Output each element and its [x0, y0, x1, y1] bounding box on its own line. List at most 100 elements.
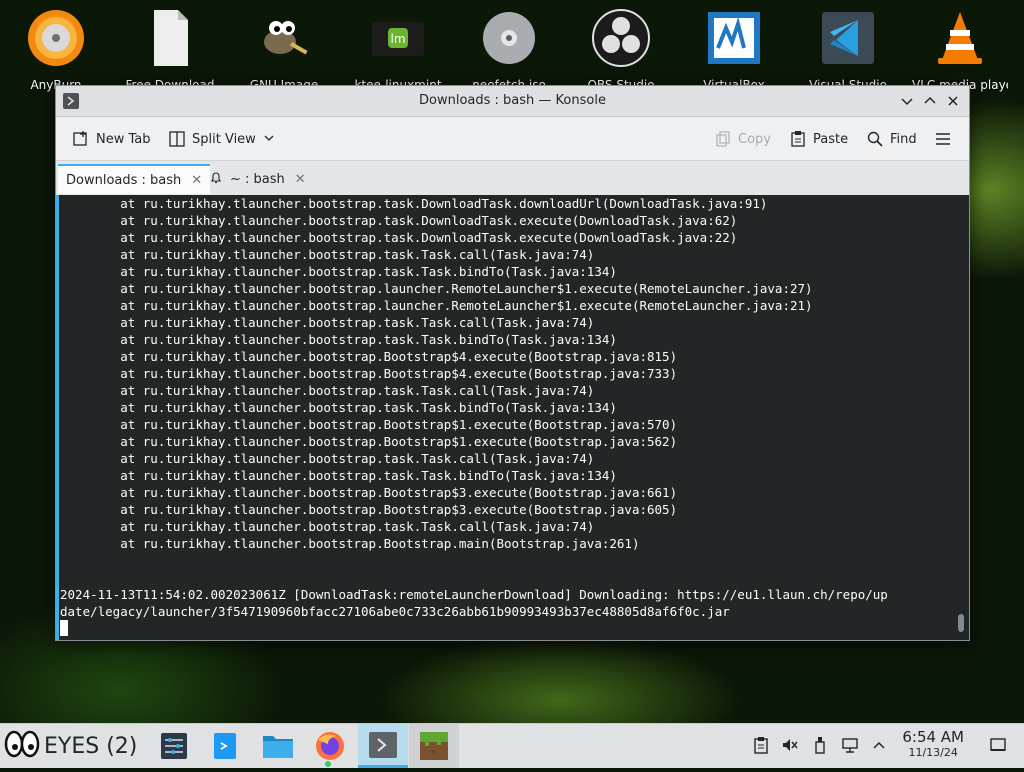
terminal-line: at ru.turikhay.tlauncher.bootstrap.task.… — [60, 332, 617, 347]
firefox-icon — [308, 732, 352, 772]
taskbar-panel: EYES (2) 6:54 AM 11/13/24 — [0, 723, 1024, 768]
new-tab-button[interactable]: New Tab — [72, 128, 151, 150]
desktop-icon-vscode[interactable]: Visual Studio — [800, 8, 896, 92]
optical-disc-icon — [479, 8, 539, 68]
vlc-icon — [930, 8, 990, 68]
split-view-button[interactable]: Split View — [168, 128, 274, 150]
terminal-line: at ru.turikhay.tlauncher.bootstrap.task.… — [60, 315, 595, 330]
tab-downloads-bash[interactable]: Downloads : bash ✕ — [58, 164, 211, 194]
clock-date: 11/13/24 — [908, 746, 958, 759]
network-icon[interactable] — [841, 736, 859, 754]
virtualbox-icon — [704, 8, 764, 68]
copy-label: Copy — [738, 131, 771, 147]
task-kde-connect[interactable] — [205, 724, 245, 768]
tab-label: ~ : bash — [230, 171, 285, 187]
terminal-output[interactable]: at ru.turikhay.tlauncher.bootstrap.task.… — [56, 195, 969, 640]
task-firefox[interactable] — [308, 724, 352, 768]
terminal-scrollbar[interactable] — [958, 614, 964, 632]
terminal-cursor — [60, 620, 68, 636]
minimize-icon[interactable] — [897, 91, 917, 111]
window-titlebar[interactable]: Downloads : bash — Konsole — [56, 86, 969, 117]
terminal-line: date/legacy/launcher/3f547190960bfacc271… — [60, 604, 730, 619]
bell-icon — [210, 171, 222, 188]
konsole-icon — [358, 732, 408, 772]
split-view-icon — [168, 130, 186, 148]
terminal-line: at ru.turikhay.tlauncher.bootstrap.task.… — [60, 196, 768, 211]
eyes-icon — [4, 730, 40, 762]
task-minecraft[interactable] — [409, 724, 459, 768]
desktop-icon-neofetch[interactable]: neofetch.iso — [461, 8, 557, 92]
new-tab-label: New Tab — [96, 131, 151, 147]
maximize-icon[interactable] — [920, 91, 940, 111]
volume-muted-icon[interactable] — [781, 736, 799, 754]
window-title: Downloads : bash — Konsole — [419, 93, 606, 108]
task-konsole[interactable] — [358, 724, 408, 768]
tab-bar: Downloads : bash ✕ ~ : bash ✕ — [56, 161, 969, 196]
close-tab-icon[interactable]: ✕ — [295, 172, 306, 187]
close-tab-icon[interactable]: ✕ — [191, 173, 202, 188]
gimp-icon — [254, 8, 314, 68]
terminal-line: at ru.turikhay.tlauncher.bootstrap.Boots… — [60, 536, 640, 551]
terminal-line: at ru.turikhay.tlauncher.bootstrap.Boots… — [60, 434, 678, 449]
close-icon[interactable] — [943, 91, 963, 111]
desktop-icon-free-download[interactable]: Free Download — [122, 8, 218, 92]
copy-button[interactable]: Copy — [714, 128, 771, 150]
paste-button[interactable]: Paste — [789, 128, 848, 150]
terminal-line: at ru.turikhay.tlauncher.bootstrap.task.… — [60, 400, 617, 415]
activity-switcher[interactable]: EYES (2) — [4, 724, 137, 768]
terminal-line: at ru.turikhay.tlauncher.bootstrap.task.… — [60, 451, 595, 466]
active-view-indicator — [56, 195, 59, 640]
clipboard-icon[interactable] — [752, 736, 770, 754]
split-view-label: Split View — [192, 131, 256, 147]
vscode-icon — [818, 8, 878, 68]
activity-label: EYES (2) — [44, 733, 138, 759]
copy-icon — [714, 130, 732, 148]
tab-home-bash[interactable]: ~ : bash ✕ — [202, 164, 314, 194]
konsole-toolbar: New Tab Split View Copy Paste Find — [56, 117, 969, 161]
terminal-line: at ru.turikhay.tlauncher.bootstrap.task.… — [60, 264, 617, 279]
task-file-manager[interactable] — [257, 724, 299, 768]
find-button[interactable]: Find — [866, 128, 917, 150]
terminal-line: at ru.turikhay.tlauncher.bootstrap.task.… — [60, 383, 595, 398]
svg-text:lm: lm — [390, 32, 405, 46]
anyburn-disc-icon — [26, 8, 86, 68]
search-icon — [866, 130, 884, 148]
desktop-icon-gimp[interactable]: GNU Image — [236, 8, 332, 92]
terminal-prompt-line — [60, 620, 969, 637]
konsole-window: Downloads : bash — Konsole New Tab Split… — [55, 85, 970, 641]
terminal-line: at ru.turikhay.tlauncher.bootstrap.Boots… — [60, 417, 678, 432]
usb-device-icon[interactable] — [811, 736, 829, 754]
desktop-icon-ktee[interactable]: lm ktee-linuxmint — [350, 8, 446, 92]
paste-label: Paste — [813, 131, 849, 147]
new-tab-icon — [72, 130, 90, 148]
desktop-icon-virtualbox[interactable]: VirtualBox — [686, 8, 782, 92]
minecraft-icon — [409, 732, 459, 772]
find-label: Find — [890, 131, 917, 147]
clock-time: 6:54 AM — [902, 728, 964, 746]
document-file-icon — [140, 8, 200, 68]
hamburger-menu-icon[interactable] — [934, 128, 952, 150]
linux-mint-icon: lm — [368, 8, 428, 68]
terminal-line: at ru.turikhay.tlauncher.bootstrap.task.… — [60, 247, 595, 262]
kde-connect-icon — [205, 733, 245, 772]
mixer-icon — [154, 733, 194, 772]
desktop-icon-vlc[interactable]: VLC media player — [912, 8, 1008, 92]
terminal-line: at ru.turikhay.tlauncher.bootstrap.task.… — [60, 230, 738, 245]
task-mixer[interactable] — [154, 724, 194, 768]
clock[interactable]: 6:54 AM 11/13/24 — [902, 728, 964, 760]
tab-label: Downloads : bash — [66, 172, 182, 188]
desktop-icon-obs[interactable]: OBS Studio — [573, 8, 669, 92]
desktop-icon-anyburn[interactable]: AnyBurn — [8, 8, 104, 92]
tray-expand-icon[interactable] — [870, 736, 888, 754]
terminal-line: 2024-11-13T11:54:02.002023061Z [Download… — [60, 587, 888, 602]
obs-icon — [591, 8, 651, 68]
terminal-line: at ru.turikhay.tlauncher.bootstrap.Boots… — [60, 485, 678, 500]
paste-icon — [789, 130, 807, 148]
file-manager-icon — [257, 736, 299, 772]
show-desktop-icon[interactable] — [989, 736, 1007, 754]
terminal-line: at ru.turikhay.tlauncher.bootstrap.task.… — [60, 519, 595, 534]
terminal-line: at ru.turikhay.tlauncher.bootstrap.Boots… — [60, 502, 678, 517]
chevron-down-icon — [264, 132, 274, 147]
